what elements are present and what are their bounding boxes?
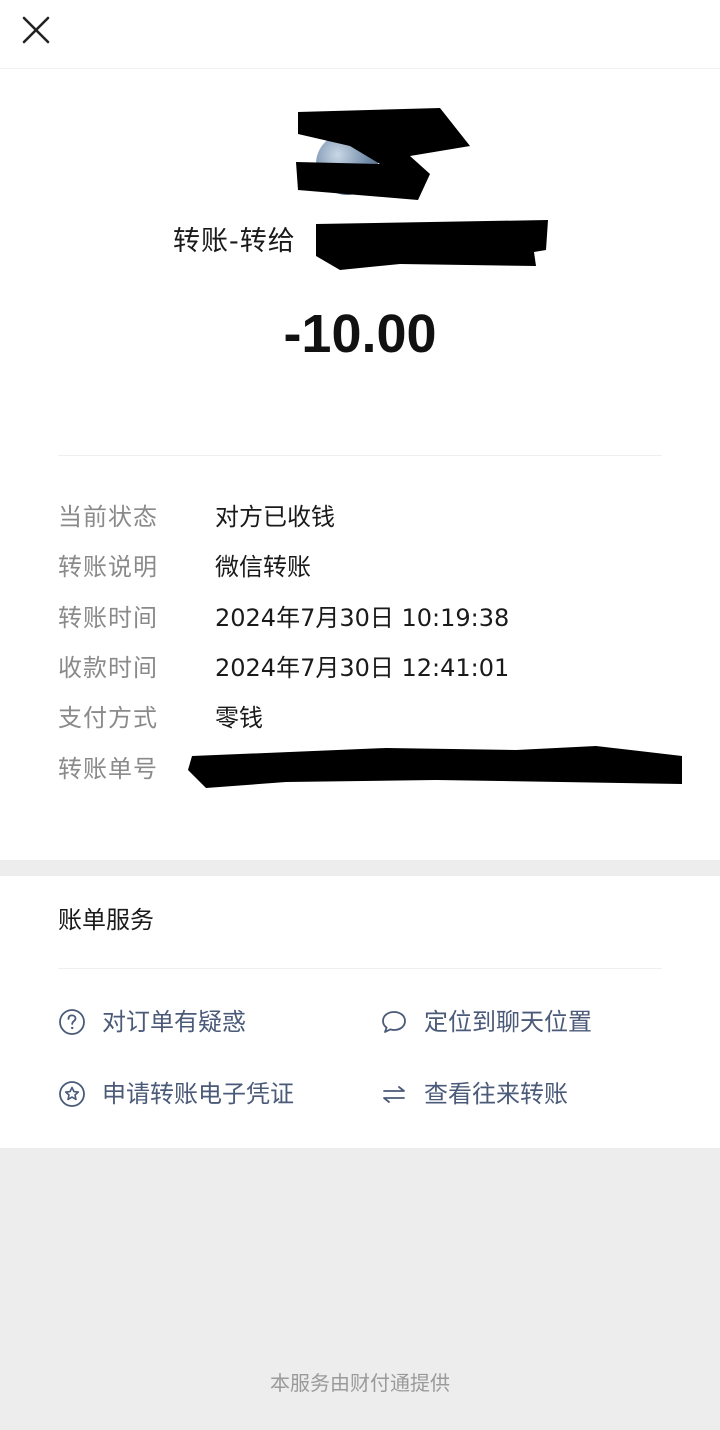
detail-label: 转账说明 [58,553,158,581]
service-label: 申请转账电子凭证 [102,1080,294,1108]
detail-value: 零钱 [215,704,263,732]
detail-value: 2024年7月30日 12:41:01 [215,654,510,682]
detail-label: 收款时间 [58,654,158,682]
detail-value: 对方已收钱 [215,503,335,531]
detail-value: 2024年7月30日 10:19:38 [215,604,510,632]
detail-row-payment-method: 支付方式 零钱 [58,698,678,738]
close-button[interactable] [14,10,58,54]
detail-row-transfer-time: 转账时间 2024年7月30日 10:19:38 [58,598,678,638]
question-icon [59,1009,85,1035]
star-badge-icon [59,1081,85,1107]
divider [58,968,662,969]
detail-label: 支付方式 [58,704,158,732]
service-label: 定位到聊天位置 [424,1008,592,1036]
detail-label: 转账时间 [58,604,158,632]
top-bar [0,0,720,69]
detail-row-receive-time: 收款时间 2024年7月30日 12:41:01 [58,648,678,688]
redaction-mark [316,220,548,270]
detail-label: 当前状态 [58,503,158,531]
redaction-mark [188,746,682,788]
services-title: 账单服务 [58,906,154,934]
redaction-mark [296,108,470,200]
detail-row-status: 当前状态 对方已收钱 [58,497,678,537]
service-label: 对订单有疑惑 [102,1008,246,1036]
footer-provider-text: 本服务由财付通提供 [270,1371,450,1395]
detail-value: 微信转账 [215,553,311,581]
transfer-title-text: 转账-转给 [173,226,296,257]
detail-label: 转账单号 [58,755,158,783]
service-label: 查看往来转账 [424,1080,568,1108]
chat-bubble-icon [382,1011,406,1033]
close-icon[interactable] [14,10,58,54]
transfer-title: 转账-转给 [173,220,296,264]
swap-arrows-icon [383,1086,405,1103]
detail-row-description: 转账说明 微信转账 [58,547,678,587]
divider [58,455,662,456]
transfer-amount: -10.00 [283,304,437,364]
